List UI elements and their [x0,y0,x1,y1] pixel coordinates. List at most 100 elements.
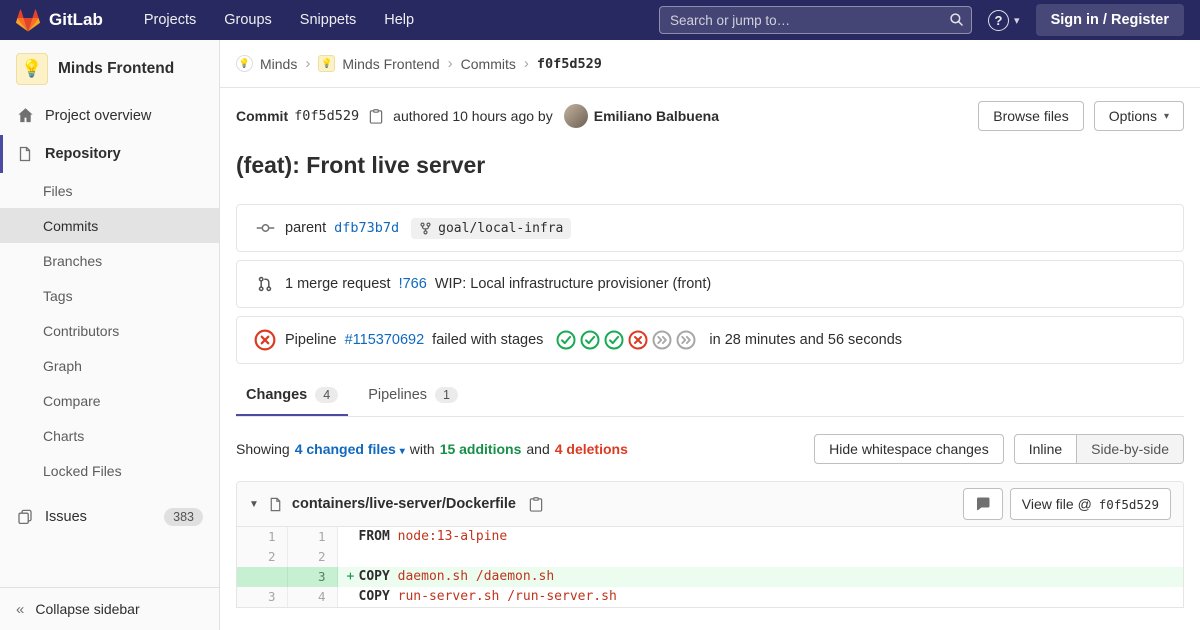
merge-request-box: 1 merge request !766 WIP: Local infrastr… [236,260,1184,308]
sidebar-item-locked-files[interactable]: Locked Files [0,453,219,488]
changed-files-dropdown[interactable]: 4 changed files ▾ [295,441,405,457]
author-avatar[interactable] [563,104,588,128]
diff-file-container: ▼ containers/live-server/Dockerfile View… [236,481,1184,608]
sign-in-register-button[interactable]: Sign in / Register [1035,4,1184,36]
commit-tabs: Changes 4 Pipelines 1 [236,374,1184,417]
options-button[interactable]: Options ▾ [1093,101,1184,131]
merge-request-ref-link[interactable]: !766 [399,276,427,292]
old-line-number[interactable]: 2 [237,547,288,567]
main-content: 💡 Minds › 💡 Minds Frontend › Commits › f… [220,40,1200,630]
collapse-sidebar-button[interactable]: « Collapse sidebar [0,587,219,630]
view-file-button[interactable]: View file @ f0f5d529 [1009,488,1171,520]
pipeline-stage-skipped-icon[interactable] [652,330,672,350]
double-chevron-left-icon: « [16,600,25,618]
breadcrumb-commit-sha: f0f5d529 [536,55,602,72]
home-icon [16,107,34,124]
copy-commit-sha-button[interactable] [365,107,387,126]
branch-ref-pill[interactable]: goal/local-infra [411,217,572,239]
sidebar-item-project-overview[interactable]: Project overview [0,96,219,135]
old-line-number[interactable]: 1 [237,527,288,547]
pipeline-stage-success-icon[interactable] [556,330,576,350]
tab-pipelines[interactable]: Pipelines 1 [358,374,468,416]
author-name-link[interactable]: Emiliano Balbuena [594,108,719,124]
pipeline-duration: in 28 minutes and 56 seconds [709,332,903,348]
tab-pipelines-label: Pipelines [368,387,428,403]
issues-count-badge: 383 [164,508,203,526]
and-label: and [526,441,550,457]
diff-code-cell: FROM node:13-alpine [337,527,1183,547]
pipeline-stage-success-icon[interactable] [580,330,600,350]
sidebar-project-header[interactable]: 💡 Minds Frontend [0,40,219,96]
collapse-diff-caret-icon[interactable]: ▼ [249,499,259,510]
commit-icon [253,222,277,234]
with-label: with [409,441,435,457]
parent-sha-link[interactable]: dfb73b7d [334,220,399,236]
sidebar-item-issues[interactable]: Issues 383 [0,497,219,537]
copy-file-path-button[interactable] [525,495,547,514]
diff-code-cell: + COPY daemon.sh /daemon.sh [337,567,1183,587]
sidebar-item-graph[interactable]: Graph [0,348,219,383]
old-line-number[interactable] [237,567,288,587]
nav-item-help[interactable]: Help [371,6,427,34]
pipeline-stage-failed-icon[interactable] [628,330,648,350]
breadcrumb-group-link[interactable]: Minds [260,56,297,72]
changed-files-label: 4 changed files [294,441,396,457]
sidebar-item-files[interactable]: Files [0,173,219,208]
sidebar-item-compare[interactable]: Compare [0,383,219,418]
new-line-number[interactable]: 1 [287,527,338,547]
additions-count: 15 additions [439,441,522,457]
nav-item-projects[interactable]: Projects [131,6,209,34]
pipeline-id-link[interactable]: #115370692 [345,332,425,348]
merge-request-count-text: 1 merge request [285,276,391,292]
code-token: COPY [358,589,390,604]
sidebar-item-branches[interactable]: Branches [0,243,219,278]
diff-lines: 1 1 FROM node:13-alpine 2 2 3 + COPY daemon.sh … [237,527,1183,607]
pipeline-failed-status-icon [253,329,277,351]
parent-label: parent [285,220,327,236]
merge-request-title: WIP: Local infrastructure provisioner (f… [434,276,712,292]
sidebar-nav: Project overview Repository Files Commit… [0,96,219,537]
diff-code-cell: COPY run-server.sh /run-server.sh [337,587,1183,607]
pipeline-mini-graph [556,330,696,350]
pipeline-stage-skipped-icon[interactable] [676,330,696,350]
side-by-side-view-button[interactable]: Side-by-side [1077,434,1184,464]
search-icon[interactable] [949,12,964,27]
sidebar-item-commits[interactable]: Commits [0,208,219,243]
breadcrumb-commits-link[interactable]: Commits [461,56,516,72]
collapse-sidebar-label: Collapse sidebar [35,601,140,617]
commit-sha: f0f5d529 [294,108,360,124]
pipeline-stage-success-icon[interactable] [604,330,624,350]
old-line-number[interactable]: 3 [237,587,288,607]
diff-view-toggle: Inline Side-by-side [1013,434,1184,464]
sidebar-item-tags[interactable]: Tags [0,278,219,313]
pipeline-label: Pipeline [285,332,337,348]
commit-meta-row: Commit f0f5d529 authored 10 hours ago by… [236,101,1184,131]
group-avatar: 💡 [236,55,253,72]
commit-page: Commit f0f5d529 authored 10 hours ago by… [220,88,1200,630]
sidebar-item-repository[interactable]: Repository [0,135,219,173]
sidebar-item-label: Repository [45,146,121,162]
hide-whitespace-button[interactable]: Hide whitespace changes [814,434,1004,464]
nav-item-snippets[interactable]: Snippets [287,6,369,34]
new-line-number[interactable]: 2 [287,547,338,567]
comment-on-file-button[interactable] [962,488,1003,520]
chevron-down-icon: ▾ [1014,14,1020,27]
code-token: run-server.sh /run-server.sh [397,589,617,604]
nav-item-groups[interactable]: Groups [211,6,285,34]
help-dropdown[interactable]: ? ▾ [988,9,1020,31]
repository-submenu: Files Commits Branches Tags Contributors… [0,173,219,488]
sidebar-item-charts[interactable]: Charts [0,418,219,453]
breadcrumb-project-link[interactable]: Minds Frontend [342,56,439,72]
question-mark-icon: ? [988,9,1010,31]
search-input[interactable] [659,6,973,34]
sidebar-item-contributors[interactable]: Contributors [0,313,219,348]
new-line-number[interactable]: 3 [287,567,338,587]
diff-file-path[interactable]: containers/live-server/Dockerfile [292,496,516,512]
branch-name: goal/local-infra [438,220,564,236]
browse-files-button[interactable]: Browse files [978,101,1084,131]
tab-changes[interactable]: Changes 4 [236,374,348,416]
new-line-number[interactable]: 4 [287,587,338,607]
diff-line-row: 1 1 FROM node:13-alpine [237,527,1183,547]
inline-view-button[interactable]: Inline [1013,434,1078,464]
gitlab-home-link[interactable]: GitLab [16,8,103,32]
